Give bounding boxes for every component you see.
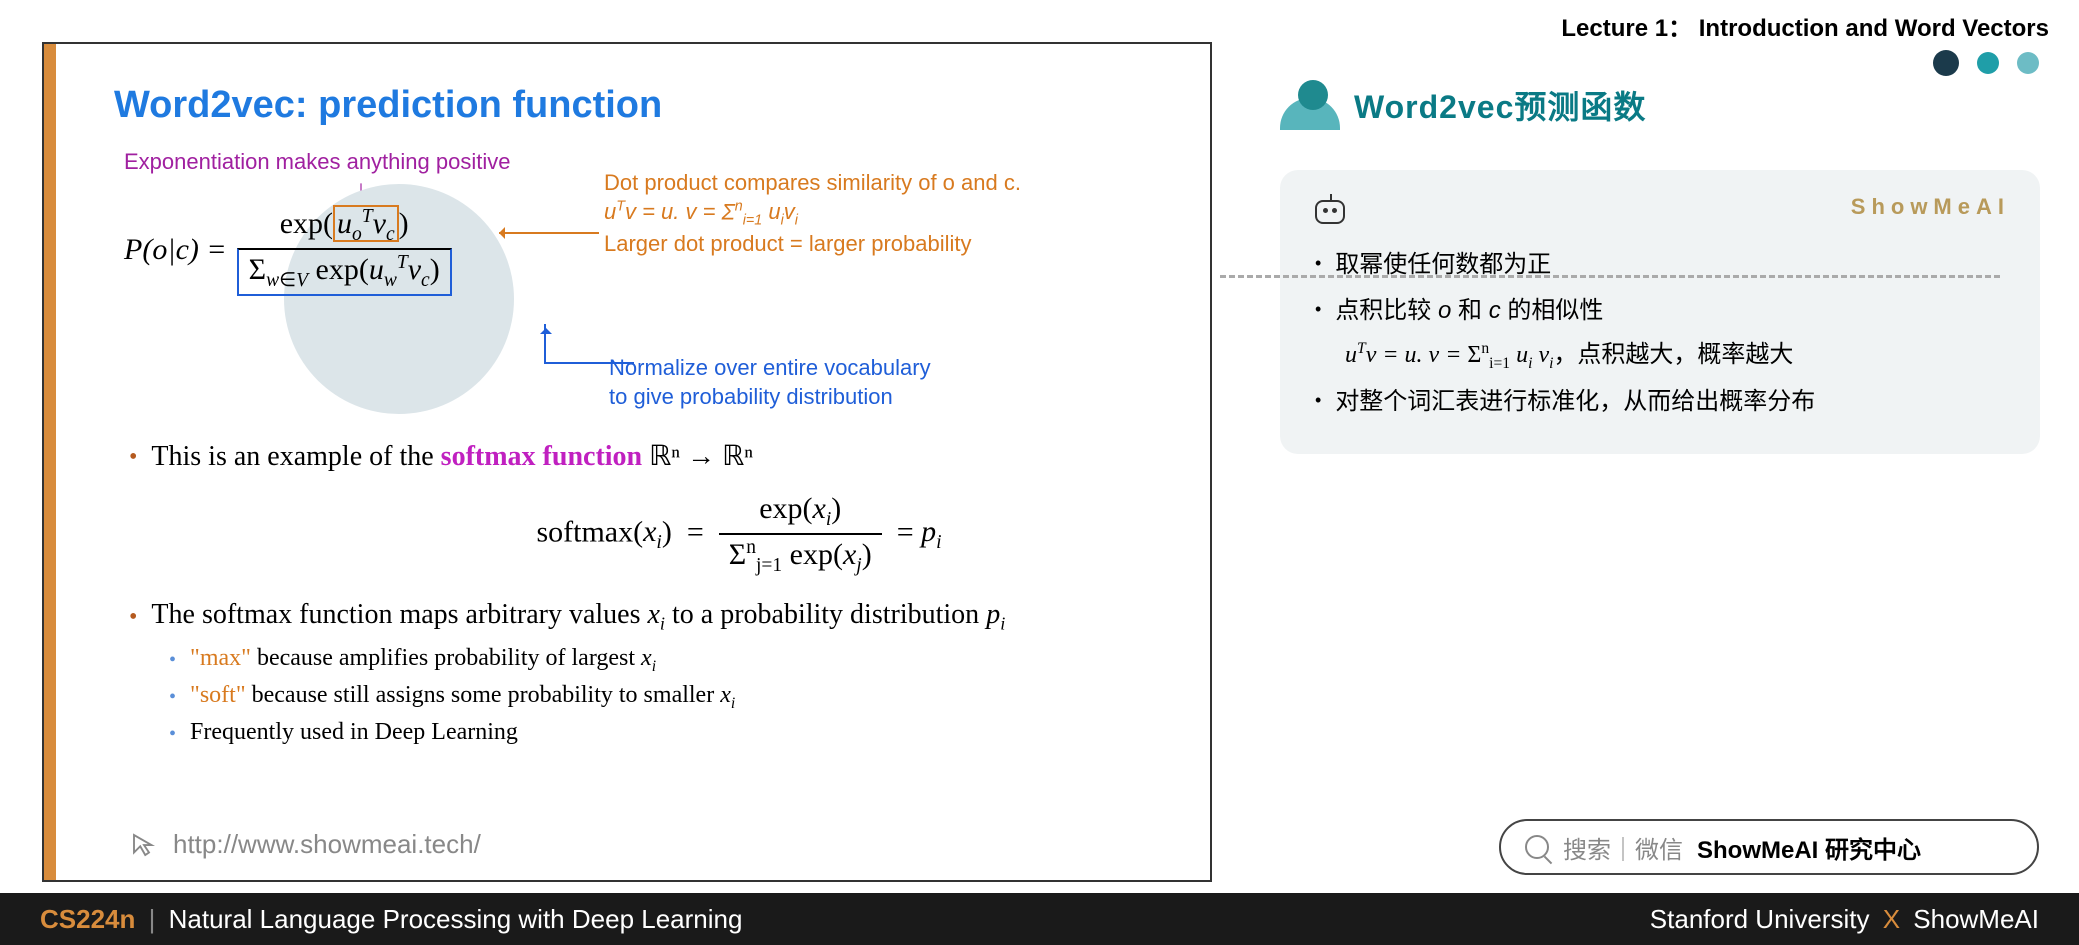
right-bullet-2: •点积比较 o 和 c 的相似性 (1315, 288, 2005, 334)
robot-icon (1315, 200, 1345, 224)
sub-bullet-soft: • "soft" because still assigns some prob… (169, 682, 1169, 713)
bullet-list: • This is an example of the softmax func… (129, 439, 1169, 755)
footer-university: Stanford University (1650, 904, 1870, 934)
arrow-orange-icon (499, 232, 599, 234)
annotation-exponentiation: Exponentiation makes anything positive (124, 149, 510, 175)
probability-formula: P(o|c) = exp(uoTvc) Σw∈V exp(uwTvc) (124, 204, 452, 296)
section-icon (1280, 80, 1340, 130)
annot-orange-math: uTv = u. v = Σni=1 uivi (604, 198, 1021, 230)
brand-label: ShowMeAI (1851, 194, 2010, 220)
lecture-header: Lecture 1： Introduction and Word Vectors (1561, 8, 2049, 43)
right-bullet-3: •对整个词汇表进行标准化，从而给出概率分布 (1315, 379, 2005, 425)
connector-line (1220, 275, 2000, 278)
right-math: uTv = u. v = Σni=1 ui vi，点积越大，概率越大 (1345, 333, 2005, 379)
source-link[interactable]: http://www.showmeai.tech/ (129, 829, 481, 860)
course-code: CS224n (40, 904, 135, 934)
translation-panel: Word2vec预测函数 ShowMeAI •取幂使任何数都为正 •点积比较 o… (1280, 80, 2040, 454)
annot-orange-line3: Larger dot product = larger probability (604, 230, 1021, 259)
slide-title: Word2vec: prediction function (114, 84, 662, 127)
annot-blue-line1: Normalize over entire vocabulary (609, 354, 931, 383)
cursor-icon (129, 830, 159, 860)
link-text: http://www.showmeai.tech/ (173, 829, 481, 860)
annot-orange-line1: Dot product compares similarity of o and… (604, 169, 1021, 198)
annotation-dotproduct: Dot product compares similarity of o and… (604, 169, 1021, 258)
footer-brand: ShowMeAI (1913, 904, 2039, 934)
footer-bar: CS224n | Natural Language Processing wit… (0, 893, 2079, 945)
search-brand: ShowMeAI 研究中心 (1697, 830, 1921, 865)
bullet-softmax-example: • This is an example of the softmax func… (129, 439, 1169, 475)
sub-bullet-max: • "max" because amplifies probability of… (169, 645, 1169, 676)
translation-box: ShowMeAI •取幂使任何数都为正 •点积比较 o 和 c 的相似性 uTv… (1280, 170, 2040, 454)
sub-bullet-frequent: • Frequently used in Deep Learning (169, 719, 1169, 749)
course-name: Natural Language Processing with Deep Le… (169, 904, 743, 934)
search-hint: 搜索｜微信 (1563, 830, 1683, 865)
search-icon (1525, 835, 1549, 859)
annotation-normalize: Normalize over entire vocabulary to give… (609, 354, 931, 411)
search-box[interactable]: 搜索｜微信 ShowMeAI 研究中心 (1499, 819, 2039, 875)
decorative-dots (1933, 50, 2039, 76)
bullet-softmax-maps: • The softmax function maps arbitrary va… (129, 599, 1169, 635)
right-title: Word2vec预测函数 (1354, 82, 1646, 128)
slide-main: Word2vec: prediction function Exponentia… (42, 42, 1212, 882)
accent-bar (44, 44, 56, 880)
annot-blue-line2: to give probability distribution (609, 383, 931, 412)
right-bullet-1: •取幂使任何数都为正 (1315, 242, 2005, 288)
softmax-formula: softmax(xi) = exp(xi) Σnj=1 exp(xj) = pi (309, 490, 1169, 579)
arrow-blue-icon (544, 324, 634, 364)
